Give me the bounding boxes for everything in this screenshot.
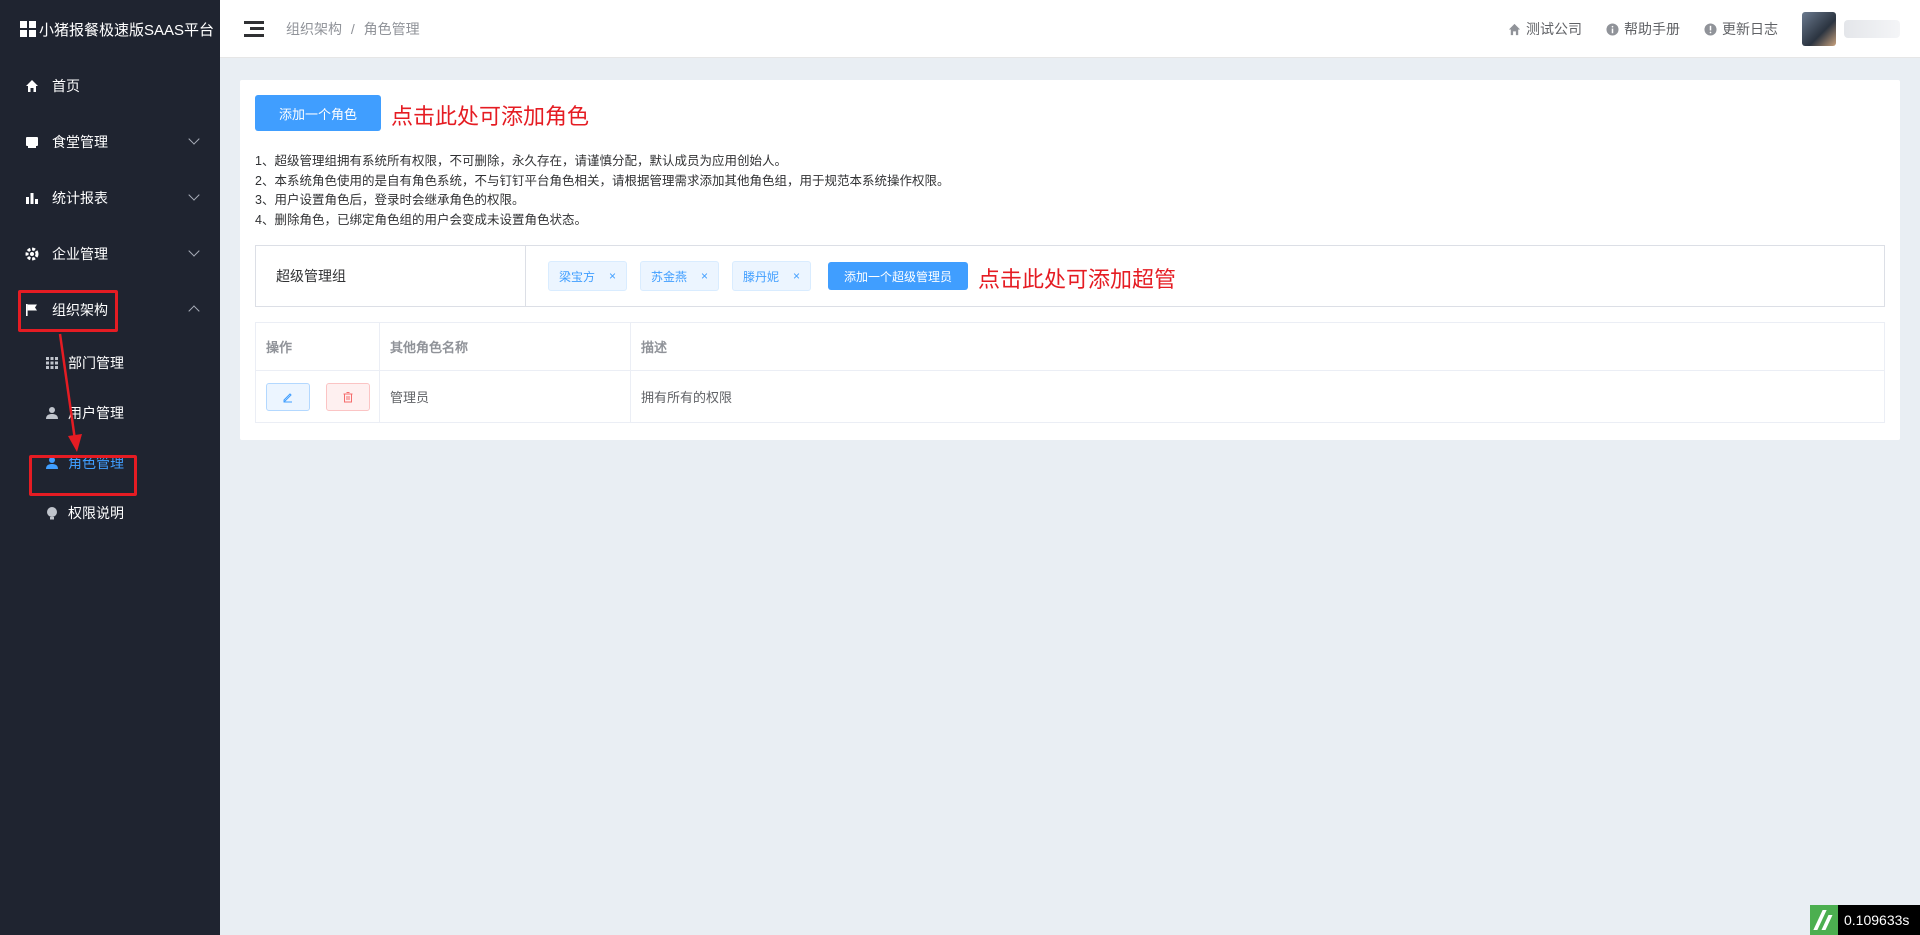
role-notes: 1、超级管理组拥有系统所有权限，不可删除，永久存在，请谨慎分配，默认成员为应用创… (255, 152, 949, 230)
member-tag-label: 梁宝方 (559, 269, 596, 284)
company-link-label: 测试公司 (1526, 21, 1582, 37)
member-tag: 梁宝方 × (548, 261, 628, 291)
top-header: 组织架构 / 角色管理 测试公司 帮助手册 更新日志 (220, 0, 1920, 58)
row-actions (255, 370, 380, 423)
column-header-description: 描述 (630, 322, 1885, 371)
info-icon (1606, 22, 1619, 36)
breadcrumb-item-org[interactable]: 组织架构 (286, 21, 342, 37)
home-icon (1508, 23, 1521, 36)
add-role-annotation: 点击此处可添加角色 (391, 104, 590, 129)
table-row: 管理员 拥有所有的权限 (255, 370, 1885, 423)
super-admin-group: 超级管理组 梁宝方 × 苏金燕 × 滕丹妮 × 添加一个超级管理员 点击此处可添… (255, 245, 1885, 307)
column-header-actions: 操作 (255, 322, 380, 371)
super-admin-label: 超级管理组 (256, 246, 526, 306)
row-description: 拥有所有的权限 (630, 370, 1885, 423)
add-super-admin-annotation: 点击此处可添加超管 (978, 267, 1177, 292)
changelog-link[interactable]: 更新日志 (1704, 19, 1778, 39)
member-tag-label: 滕丹妮 (743, 269, 780, 284)
close-icon[interactable]: × (793, 269, 800, 283)
column-header-role-name: 其他角色名称 (379, 322, 631, 371)
member-tag: 苏金燕 × (640, 261, 720, 291)
breadcrumb: 组织架构 / 角色管理 (286, 19, 420, 39)
breadcrumb-item-roles: 角色管理 (363, 20, 420, 37)
member-tag-label: 苏金燕 (651, 269, 688, 284)
sidebar: 小猪报餐极速版SAAS平台 首页 食堂管理 统计报表 企业管理 组织架构 部门管… (0, 0, 220, 935)
roles-table: 操作 其他角色名称 描述 管理员 拥有所有的权限 (255, 322, 1885, 423)
delete-button[interactable] (325, 382, 370, 411)
avatar[interactable] (1802, 12, 1836, 46)
edit-icon (283, 392, 292, 402)
trash-icon (343, 391, 353, 402)
note-line: 4、删除角色，已绑定角色组的用户会变成未设置角色状态。 (255, 212, 587, 227)
render-timer-badge: 0.109633s (1810, 905, 1920, 935)
help-manual-label: 帮助手册 (1624, 21, 1680, 37)
alert-icon (1704, 22, 1717, 36)
company-link[interactable]: 测试公司 (1508, 19, 1582, 39)
help-manual-link[interactable]: 帮助手册 (1606, 19, 1680, 39)
timer-logo-icon (1810, 905, 1838, 935)
note-line: 2、本系统角色使用的是自有角色系统，不与钉钉平台角色相关，请根据管理需求添加其他… (255, 173, 950, 188)
menu-toggle-icon[interactable] (244, 20, 264, 37)
add-role-button[interactable]: 添加一个角色 (255, 95, 381, 131)
username-blurred[interactable] (1844, 20, 1900, 38)
member-tag: 滕丹妮 × (732, 261, 812, 291)
timer-value: 0.109633s (1844, 912, 1910, 928)
close-icon[interactable]: × (701, 269, 708, 283)
breadcrumb-separator: / (350, 20, 355, 37)
header-actions: 测试公司 帮助手册 更新日志 (1508, 0, 1920, 58)
role-management-card: 添加一个角色 点击此处可添加角色 1、超级管理组拥有系统所有权限，不可删除，永久… (240, 80, 1900, 440)
note-line: 3、用户设置角色后，登录时会继承角色的权限。 (255, 193, 525, 207)
note-line: 1、超级管理组拥有系统所有权限，不可删除，永久存在，请谨慎分配，默认成员为应用创… (255, 154, 787, 168)
table-header-row: 操作 其他角色名称 描述 (255, 322, 1885, 371)
annotation-arrow (58, 333, 82, 452)
row-role-name: 管理员 (379, 370, 631, 423)
close-icon[interactable]: × (609, 269, 616, 283)
add-super-admin-button[interactable]: 添加一个超级管理员 (828, 262, 968, 290)
changelog-label: 更新日志 (1722, 21, 1778, 37)
edit-button[interactable] (266, 382, 310, 411)
